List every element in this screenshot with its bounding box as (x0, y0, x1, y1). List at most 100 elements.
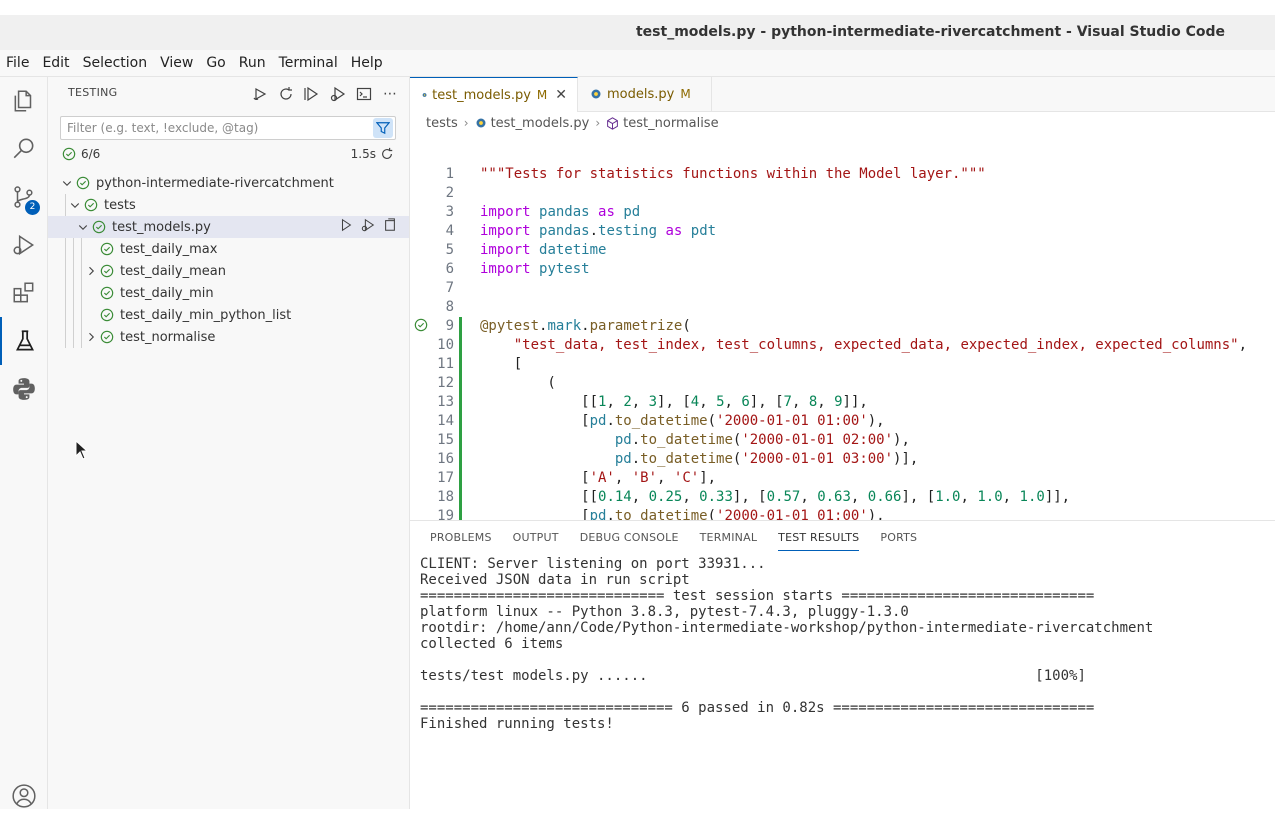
tab-problems[interactable]: PROBLEMS (430, 531, 492, 551)
tree-item-test-file[interactable]: test_models.py (48, 216, 409, 238)
line-number: 6 (445, 261, 454, 277)
tree-item-label: python-intermediate-rivercatchment (96, 175, 334, 191)
menu-selection[interactable]: Selection (77, 55, 155, 71)
close-icon[interactable]: ✕ (555, 87, 567, 103)
code-line: 8 (410, 298, 1275, 317)
tab-models[interactable]: models.py M (578, 77, 712, 111)
code-text: @pytest.mark.parametrize( (480, 318, 691, 334)
tree-item-tests-folder[interactable]: tests (48, 194, 409, 216)
line-number: 4 (445, 223, 454, 239)
window-title: test_models.py - python-intermediate-riv… (635, 24, 1225, 40)
run-all-tests-icon[interactable] (303, 85, 321, 103)
modified-badge: M (680, 87, 691, 101)
code-text: import pytest (480, 261, 590, 277)
chevron-right-icon[interactable] (83, 329, 99, 345)
code-line: 12 ( (410, 374, 1275, 393)
filter-icon[interactable] (373, 118, 393, 138)
git-added-gutter (459, 393, 462, 412)
chevron-down-icon[interactable] (67, 197, 83, 213)
code-line: 3 import pandas as pd (410, 203, 1275, 222)
files-icon (14, 90, 31, 112)
mouse-pointer-icon (75, 440, 89, 460)
duration-summary: 1.5s (351, 147, 394, 161)
run-test-icon[interactable] (339, 218, 353, 232)
tab-ports[interactable]: PORTS (880, 531, 917, 551)
code-text: [pd.to_datetime('2000-01-01 01:00'), (480, 508, 885, 520)
pass-count: 6/6 (81, 147, 101, 161)
tab-test-models[interactable]: test_models.py M ✕ (410, 77, 578, 112)
code-line: 10 "test_data, test_index, test_columns,… (410, 336, 1275, 355)
menu-help[interactable]: Help (345, 55, 390, 71)
python-file-icon (422, 93, 427, 97)
line-number: 1 (445, 166, 454, 182)
output-line: ============================= test sessi… (420, 588, 1095, 604)
chevron-right-icon[interactable] (83, 263, 99, 279)
test-filter-input[interactable] (61, 117, 373, 139)
code-line: 9 @pytest.mark.parametrize( (410, 317, 1275, 336)
search-button[interactable] (0, 125, 47, 173)
python-file-icon (476, 118, 486, 128)
more-actions-icon[interactable]: ⋯ (381, 85, 399, 103)
run-debug-button[interactable] (0, 221, 47, 269)
passed-check-icon (99, 241, 115, 257)
line-number: 15 (437, 432, 454, 448)
tab-debug-console[interactable]: DEBUG CONSOLE (580, 531, 679, 551)
menu-file[interactable]: File (0, 55, 36, 71)
code-line: 13 [[1, 2, 3], [4, 5, 6], [7, 8, 9]], (410, 393, 1275, 412)
tree-item-test[interactable]: test_daily_mean (48, 260, 409, 282)
gutter-passed-icon[interactable] (414, 318, 428, 332)
breadcrumb-folder[interactable]: tests (426, 116, 458, 131)
source-control-button[interactable]: 2 (0, 173, 47, 221)
menu-terminal[interactable]: Terminal (273, 55, 345, 71)
tree-item-test[interactable]: test_daily_max (48, 238, 409, 260)
show-output-icon[interactable] (355, 85, 373, 103)
tab-terminal[interactable]: TERMINAL (700, 531, 758, 551)
debug-test-icon[interactable] (361, 218, 375, 232)
testing-button[interactable] (0, 317, 47, 365)
title-bar: test_models.py - python-intermediate-riv… (0, 15, 1275, 50)
tree-item-label: test_daily_mean (120, 263, 226, 279)
tree-item-test[interactable]: test_daily_min_python_list (48, 304, 409, 326)
rerun-icon[interactable] (380, 147, 394, 161)
output-line: tests/test models.py ...... [100%] (420, 668, 1086, 684)
menu-edit[interactable]: Edit (36, 55, 76, 71)
menu-run[interactable]: Run (233, 55, 273, 71)
menu-go[interactable]: Go (200, 55, 232, 71)
passed-check-icon (99, 307, 115, 323)
explorer-button[interactable] (0, 77, 47, 125)
tree-item-test[interactable]: test_normalise (48, 326, 409, 348)
python-button[interactable] (0, 365, 47, 413)
breadcrumb-file[interactable]: test_models.py (491, 116, 590, 131)
output-line: Received JSON data in run script (420, 572, 690, 588)
chevron-down-icon[interactable] (59, 175, 75, 191)
refresh-tests-icon[interactable] (277, 85, 295, 103)
accounts-button[interactable] (0, 772, 47, 820)
tab-test-results[interactable]: TEST RESULTS (778, 531, 860, 551)
sidebar-actions: ⋯ (251, 85, 399, 103)
extensions-button[interactable] (0, 269, 47, 317)
chevron-down-icon[interactable] (75, 219, 91, 235)
desktop-top-strip (0, 0, 1275, 15)
debug-all-tests-icon[interactable] (329, 85, 347, 103)
code-line: 7 (410, 279, 1275, 298)
test-results-output: CLIENT: Server listening on port 33931..… (420, 556, 1265, 732)
git-added-gutter (459, 507, 462, 520)
tree-item-test[interactable]: test_daily_min (48, 282, 409, 304)
tab-output[interactable]: OUTPUT (513, 531, 559, 551)
code-text: "test_data, test_index, test_columns, ex… (513, 337, 1248, 353)
row-actions (339, 218, 397, 232)
code-line: 1 """Tests for statistics functions withi… (410, 165, 1275, 184)
line-number: 10 (437, 337, 454, 353)
test-summary: 6/6 1.5s (62, 147, 394, 165)
breadcrumb-symbol[interactable]: test_normalise (623, 116, 718, 131)
output-line: platform linux -- Python 3.8.3, pytest-7… (420, 604, 909, 620)
code-editor[interactable]: 1 """Tests for statistics functions withi… (410, 165, 1275, 520)
output-line: rootdir: /home/ann/Code/Python-intermedi… (420, 620, 1154, 636)
symbol-method-icon (607, 116, 619, 130)
refresh-run-icon[interactable] (251, 85, 269, 103)
tree-item-root[interactable]: python-intermediate-rivercatchment (48, 172, 409, 194)
menu-view[interactable]: View (154, 55, 200, 71)
go-to-test-icon[interactable] (383, 218, 397, 232)
output-line: collected 6 items (420, 636, 564, 652)
